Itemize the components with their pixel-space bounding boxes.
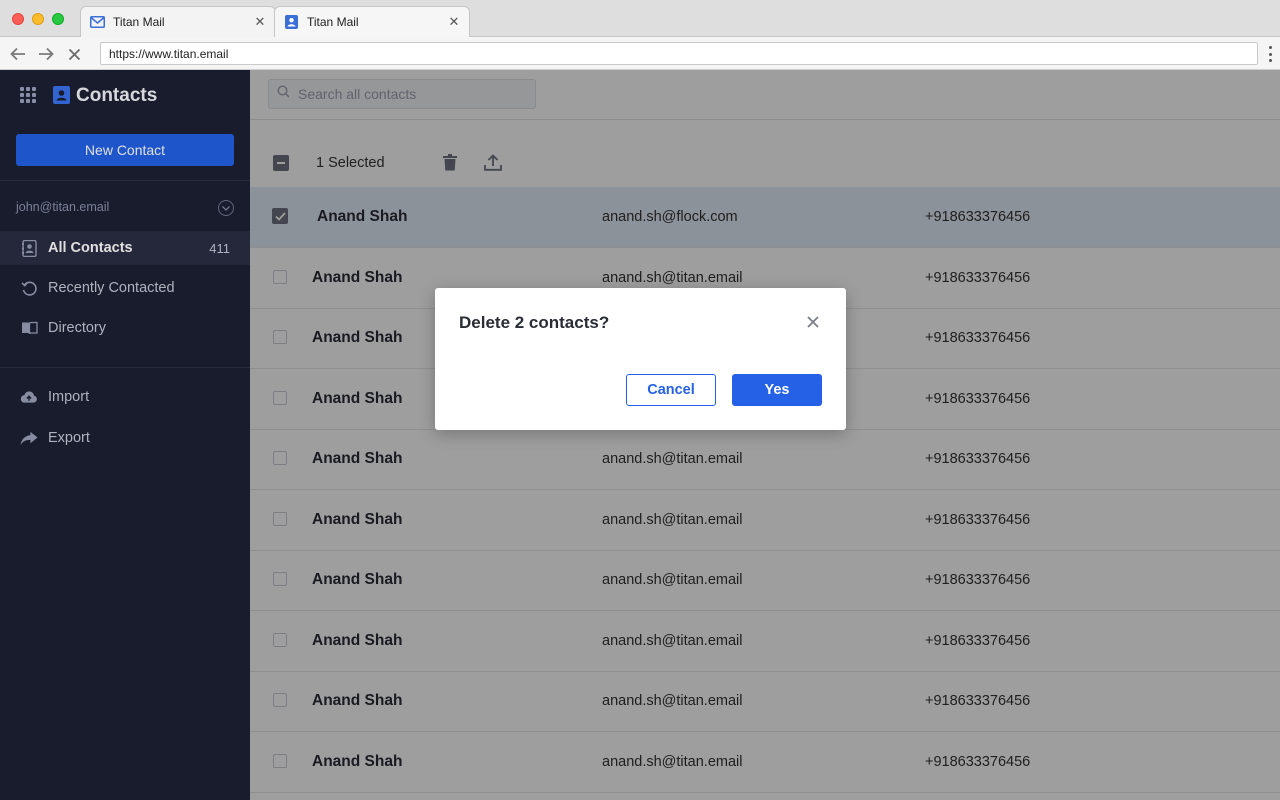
contacts-icon [283, 14, 299, 30]
browser-tab-bar: Titan Mail ✕ Titan Mail ✕ [0, 0, 1280, 37]
contacts-app: Contacts New Contact john@titan.email Al… [0, 70, 1280, 800]
confirm-yes-button[interactable]: Yes [732, 374, 822, 406]
window-close-button[interactable] [12, 13, 24, 25]
browser-menu-icon[interactable] [1268, 46, 1272, 62]
window-maximize-button[interactable] [52, 13, 64, 25]
sidebar: Contacts New Contact john@titan.email Al… [0, 70, 250, 800]
mail-icon [89, 14, 105, 30]
cancel-button[interactable]: Cancel [626, 374, 716, 406]
sidebar-modal-shade [0, 70, 250, 800]
close-icon[interactable] [806, 315, 820, 329]
window-minimize-button[interactable] [32, 13, 44, 25]
tab-close-icon[interactable]: ✕ [253, 14, 267, 30]
tab-close-icon[interactable]: ✕ [447, 14, 461, 30]
browser-address-bar: https://www.titan.email [0, 37, 1280, 70]
tab-title: Titan Mail [113, 15, 165, 29]
browser-tab-1[interactable]: Titan Mail ✕ [80, 6, 276, 37]
url-field[interactable]: https://www.titan.email [100, 42, 1258, 65]
back-arrow-icon[interactable] [8, 44, 28, 64]
stop-loading-icon[interactable] [64, 44, 84, 64]
modal-backdrop[interactable] [250, 70, 1280, 800]
tab-title: Titan Mail [307, 15, 359, 29]
forward-arrow-icon[interactable] [36, 44, 56, 64]
browser-tab-2[interactable]: Titan Mail ✕ [274, 6, 470, 37]
delete-confirm-dialog: Delete 2 contacts? Cancel Yes [435, 288, 846, 430]
dialog-title: Delete 2 contacts? [459, 313, 610, 332]
